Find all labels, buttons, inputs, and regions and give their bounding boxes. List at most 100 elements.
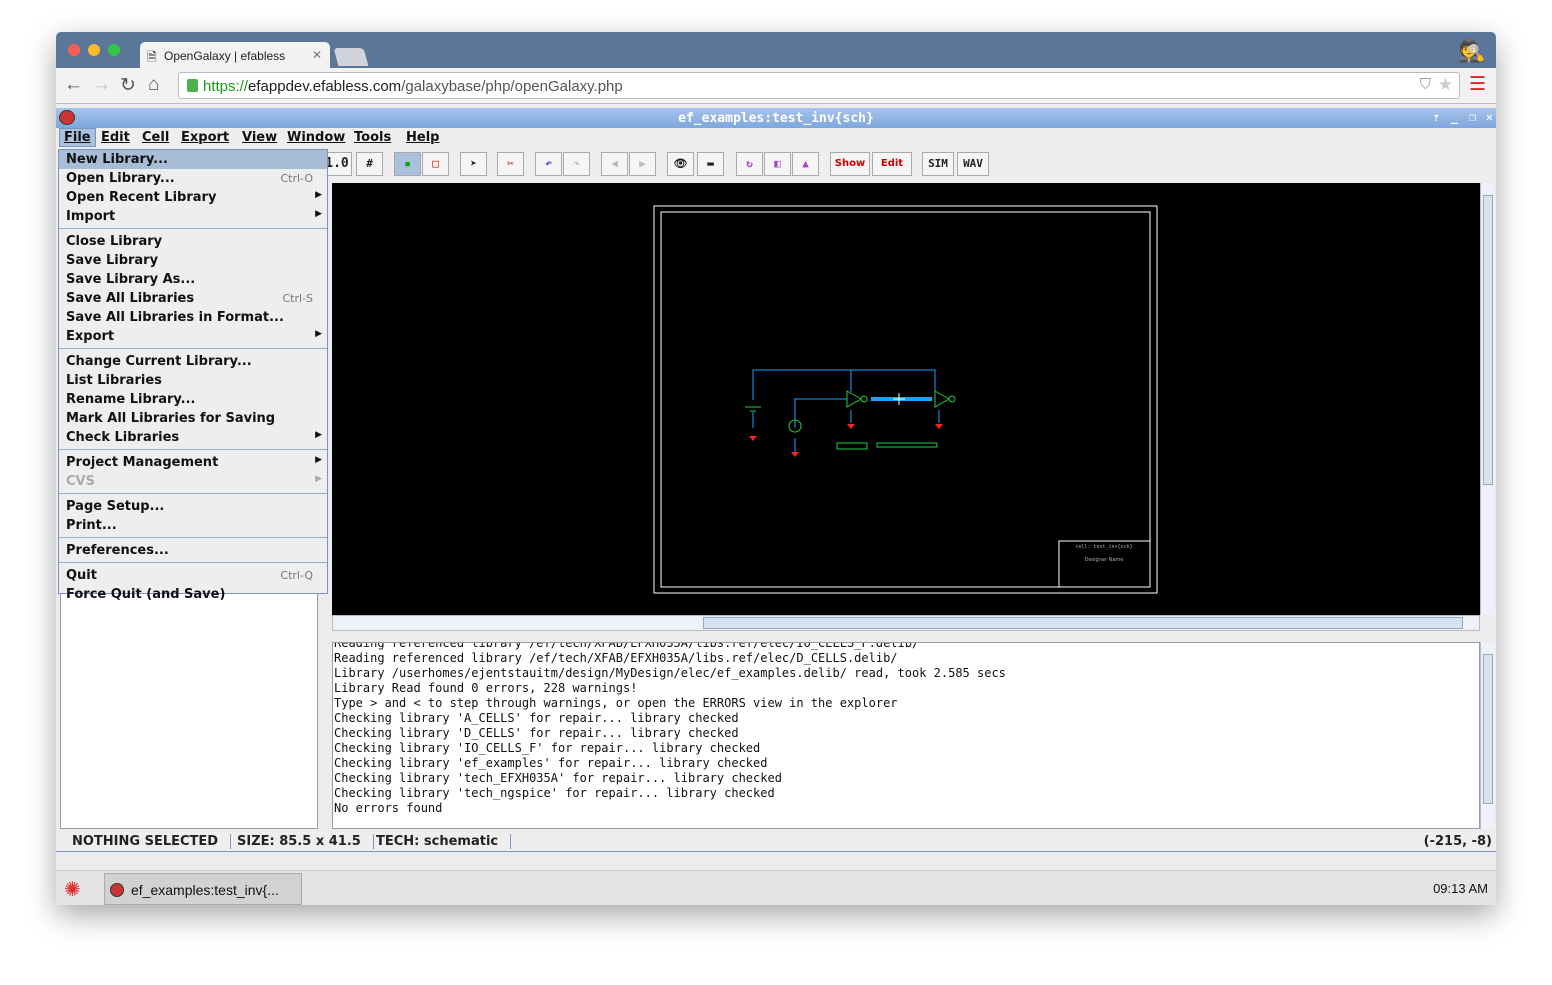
layer-icon[interactable]: ◧ xyxy=(764,152,791,176)
canvas-horizontal-scrollbar[interactable] xyxy=(332,615,1480,631)
app-launcher-icon[interactable]: ✺ xyxy=(64,877,81,902)
menu-item-label: Project Management xyxy=(66,455,219,470)
status-coords: (-215, -8) xyxy=(1423,834,1492,849)
back-history-icon[interactable]: ◀ xyxy=(601,152,628,176)
url-bar[interactable]: https://efappdev.efabless.com/galaxybase… xyxy=(178,72,1460,99)
message-console[interactable]: Reading referenced library /ef/tech/XFAB… xyxy=(332,642,1480,829)
close-icon[interactable]: ✕ xyxy=(1486,110,1493,124)
eye-icon[interactable]: 👁 xyxy=(667,152,694,176)
menu-item-new-library[interactable]: New Library... xyxy=(59,150,327,169)
nav-bar: ← → ↻ ⌂ https://efappdev.efabless.com/ga… xyxy=(56,68,1496,104)
show-button[interactable]: Show xyxy=(830,152,870,176)
menu-item-page-setup[interactable]: Page Setup... xyxy=(59,497,327,516)
menu-tools[interactable]: Tools xyxy=(354,130,391,145)
taskbar: ✺ ef_examples:test_inv{... 09:13 AM xyxy=(56,870,1496,905)
file-menu-dropdown: New Library... Open Library... Ctrl-O Open … xyxy=(58,149,328,602)
url-scheme: https:// xyxy=(203,78,249,95)
menu-item-project-management[interactable]: Project Management ▶ xyxy=(59,453,327,472)
schematic-drawing: cell: test_inv{sch} Designer Name xyxy=(653,205,1158,594)
menu-export[interactable]: Export xyxy=(181,130,229,145)
menu-cell[interactable]: Cell xyxy=(142,130,169,145)
minimize-icon[interactable]: _ xyxy=(1451,110,1458,124)
home-icon[interactable]: ⌂ xyxy=(148,74,159,96)
arc-export-icon[interactable]: □ xyxy=(422,152,449,176)
forward-icon[interactable]: → xyxy=(92,74,111,96)
close-tab-icon[interactable]: ✕ xyxy=(312,48,322,62)
menu-shortcut: Ctrl-Q xyxy=(280,569,313,582)
console-scrollbar[interactable] xyxy=(1480,642,1495,829)
page-icon: 🗎 xyxy=(147,50,157,64)
menu-item-label: Save Library As... xyxy=(66,272,196,287)
undo-icon[interactable]: ↶ xyxy=(535,152,562,176)
menu-item-list-libraries[interactable]: List Libraries xyxy=(59,371,327,390)
menu-item-mark-all-libraries-for-saving[interactable]: Mark All Libraries for Saving xyxy=(59,409,327,428)
menu-item-label: Close Library xyxy=(66,234,163,249)
close-window-button[interactable] xyxy=(68,44,80,56)
pin-export-icon[interactable]: ▪ xyxy=(394,152,421,176)
menu-item-check-libraries[interactable]: Check Libraries ▶ xyxy=(59,428,327,447)
menu-shortcut: Ctrl-O xyxy=(280,172,313,185)
menu-item-close-library[interactable]: Close Library xyxy=(59,232,327,251)
menu-shortcut: Ctrl-S xyxy=(282,292,313,305)
menu-item-save-all-libraries[interactable]: Save All Libraries Ctrl-S xyxy=(59,289,327,308)
flag-icon[interactable]: ▲ xyxy=(792,152,819,176)
sim-button[interactable]: SIM xyxy=(922,152,954,176)
menu-item-cvs[interactable]: CVS ▶ xyxy=(59,472,327,491)
back-icon[interactable]: ← xyxy=(64,74,83,96)
shield-icon[interactable]: ⛉ xyxy=(1420,76,1431,93)
menu-item-save-library-as[interactable]: Save Library As... xyxy=(59,270,327,289)
menu-item-import[interactable]: Import ▶ xyxy=(59,207,327,226)
restore-icon[interactable]: ❐ xyxy=(1469,110,1476,124)
menu-item-rename-library[interactable]: Rename Library... xyxy=(59,390,327,409)
forward-history-icon[interactable]: ▶ xyxy=(629,152,656,176)
new-tab-button[interactable] xyxy=(333,48,369,66)
menu-file[interactable]: File xyxy=(59,128,96,147)
wav-button[interactable]: WAV xyxy=(957,152,989,176)
menu-item-label: CVS xyxy=(66,474,95,489)
cycle-icon[interactable]: ↻ xyxy=(736,152,763,176)
browser-tab[interactable]: 🗎 OpenGalaxy | efabless ✕ xyxy=(140,42,330,68)
console-line: Checking library 'tech_EFXH035A' for rep… xyxy=(334,771,782,785)
menu-icon[interactable]: ☰ xyxy=(1469,73,1486,96)
menu-view[interactable]: View xyxy=(242,130,277,145)
menu-item-label: Force Quit (and Save) xyxy=(66,587,226,602)
maximize-window-button[interactable] xyxy=(108,44,120,56)
grid-icon[interactable]: # xyxy=(356,152,383,176)
schematic-canvas[interactable]: cell: test_inv{sch} Designer Name xyxy=(332,183,1480,615)
menu-item-print[interactable]: Print... xyxy=(59,516,327,535)
submenu-arrow-icon: ▶ xyxy=(315,474,322,484)
menu-item-label: List Libraries xyxy=(66,373,162,388)
pin-icon[interactable]: ⇡ xyxy=(1433,110,1440,124)
menu-item-save-library[interactable]: Save Library xyxy=(59,251,327,270)
tools-icon[interactable]: ✂ xyxy=(497,152,524,176)
redo-icon[interactable]: ↷ xyxy=(563,152,590,176)
menu-help[interactable]: Help xyxy=(406,130,439,145)
canvas-vertical-scrollbar[interactable] xyxy=(1480,183,1495,615)
status-tech: TECH: schematic xyxy=(364,834,512,849)
taskbar-window-button[interactable]: ef_examples:test_inv{... xyxy=(104,873,302,905)
menu-edit[interactable]: Edit xyxy=(101,130,130,145)
menu-item-open-recent-library[interactable]: Open Recent Library ▶ xyxy=(59,188,327,207)
select-cursor-icon[interactable]: ➤ xyxy=(460,152,487,176)
menu-bar: File Edit Cell Export View Window Tools … xyxy=(56,128,1496,148)
reload-icon[interactable]: ↻ xyxy=(120,74,136,97)
console-line: Checking library 'D_CELLS' for repair...… xyxy=(334,726,739,740)
menu-item-force-quit-and-save[interactable]: Force Quit (and Save) xyxy=(59,585,327,604)
console-line: Checking library 'ef_examples' for repai… xyxy=(334,756,768,770)
menu-item-change-current-library[interactable]: Change Current Library... xyxy=(59,352,327,371)
menu-window[interactable]: Window xyxy=(287,130,345,145)
menu-item-save-all-libraries-in-format[interactable]: Save All Libraries in Format... xyxy=(59,308,327,327)
menu-item-open-library[interactable]: Open Library... Ctrl-O xyxy=(59,169,327,188)
console-line: Checking library 'A_CELLS' for repair...… xyxy=(334,711,739,725)
app-title: ef_examples:test_inv{sch} xyxy=(678,111,874,126)
status-selection: NOTHING SELECTED xyxy=(60,834,232,849)
menu-item-preferences[interactable]: Preferences... xyxy=(59,541,327,560)
edit-button[interactable]: Edit xyxy=(872,152,912,176)
menu-item-quit[interactable]: Quit Ctrl-Q xyxy=(59,566,327,585)
menu-item-export[interactable]: Export ▶ xyxy=(59,327,327,346)
url-host: efappdev.efabless.com xyxy=(248,78,402,95)
hide-icon[interactable]: ▬ xyxy=(697,152,724,176)
star-icon[interactable]: ★ xyxy=(1438,75,1453,95)
crosshair-icon xyxy=(893,393,905,405)
minimize-window-button[interactable] xyxy=(88,44,100,56)
